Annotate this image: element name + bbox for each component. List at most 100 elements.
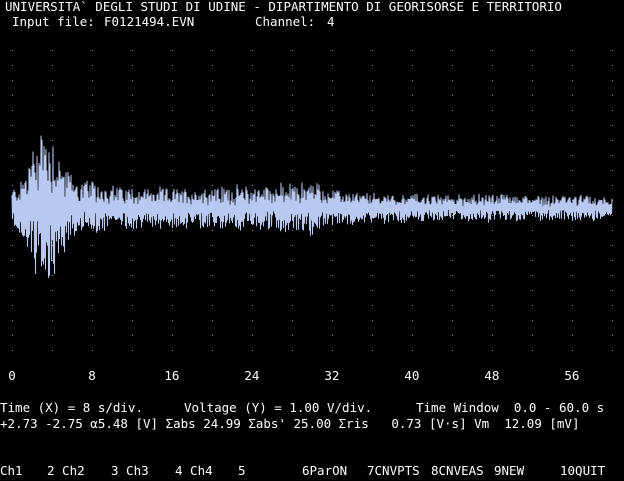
grid-dot [52, 95, 53, 96]
input-file-label: Input file: [12, 14, 95, 29]
grid-dot [252, 335, 253, 336]
grid-dot [172, 140, 173, 141]
grid-dot [572, 185, 573, 186]
grid-dot [532, 335, 533, 336]
grid-dot [412, 350, 413, 351]
grid-dot [52, 245, 53, 246]
grid-dot [612, 185, 613, 186]
grid-dot [252, 275, 253, 276]
grid-dot [212, 350, 213, 351]
grid-dot [52, 65, 53, 66]
grid-dot [572, 80, 573, 81]
grid-dot [492, 350, 493, 351]
grid-dot [412, 80, 413, 81]
x-tick-label: 16 [164, 368, 180, 383]
grid-dot [532, 245, 533, 246]
x-tick-label: 32 [324, 368, 340, 383]
grid-dot [12, 50, 13, 51]
grid-dot [132, 155, 133, 156]
grid-dot [12, 260, 13, 261]
function-key-8[interactable]: 8CNVEAS [431, 463, 484, 478]
grid-dot [572, 65, 573, 66]
grid-dot [132, 290, 133, 291]
grid-dot [172, 110, 173, 111]
grid-dot [92, 275, 93, 276]
grid-dot [372, 125, 373, 126]
grid-dot [132, 275, 133, 276]
grid-dot [12, 125, 13, 126]
grid-dot [172, 170, 173, 171]
grid-dot [132, 260, 133, 261]
grid-dot [52, 335, 53, 336]
grid-dot [92, 350, 93, 351]
grid-dot [12, 140, 13, 141]
grid-dot [92, 170, 93, 171]
grid-dot [332, 350, 333, 351]
grid-dot [252, 95, 253, 96]
grid-dot [92, 305, 93, 306]
grid-dot [92, 290, 93, 291]
function-key-2[interactable]: 2 Ch2 [47, 463, 85, 478]
grid-dot [332, 95, 333, 96]
grid-dot [492, 245, 493, 246]
grid-dot [132, 125, 133, 126]
grid-dot [532, 290, 533, 291]
grid-dot [172, 185, 173, 186]
grid-dot [212, 50, 213, 51]
grid-dot [292, 185, 293, 186]
grid-dot [372, 320, 373, 321]
grid-dot [212, 230, 213, 231]
grid-dot [332, 275, 333, 276]
grid-dot [252, 260, 253, 261]
grid-dot [532, 230, 533, 231]
grid-dot [212, 140, 213, 141]
grid-dot [52, 320, 53, 321]
grid-dot [372, 230, 373, 231]
grid-dot [452, 65, 453, 66]
function-key-4[interactable]: 4 Ch4 [175, 463, 213, 478]
grid-dot [52, 125, 53, 126]
grid-dot [252, 155, 253, 156]
grid-dot [12, 80, 13, 81]
grid-dot [292, 110, 293, 111]
function-key-5[interactable]: 5 [238, 463, 246, 478]
grid-dot [172, 320, 173, 321]
grid-dot [132, 50, 133, 51]
grid-dot [612, 50, 613, 51]
grid-dot [492, 95, 493, 96]
grid-dot [452, 260, 453, 261]
grid-dot [452, 350, 453, 351]
grid-dot [492, 335, 493, 336]
grid-dot [212, 80, 213, 81]
grid-dot [172, 245, 173, 246]
grid-dot [12, 320, 13, 321]
function-key-10[interactable]: 10QUIT [560, 463, 605, 478]
grid-dot [172, 95, 173, 96]
page-title: UNIVERSITA` DEGLI STUDI DI UDINE - DIPAR… [5, 0, 562, 14]
grid-dot [532, 215, 533, 216]
grid-dot [572, 290, 573, 291]
function-key-1[interactable]: Ch1 [0, 463, 23, 478]
grid-dot [212, 125, 213, 126]
grid-dot [292, 230, 293, 231]
grid-dot [372, 80, 373, 81]
grid-dot [412, 155, 413, 156]
grid-dot [172, 260, 173, 261]
grid-dot [492, 140, 493, 141]
grid-dot [492, 125, 493, 126]
grid-dot [452, 305, 453, 306]
grid-dot [612, 245, 613, 246]
function-key-7[interactable]: 7CNVPTS [367, 463, 420, 478]
function-key-9[interactable]: 9NEW [494, 463, 524, 478]
function-key-6[interactable]: 6ParON [302, 463, 347, 478]
grid-dot [132, 230, 133, 231]
grid-dot [612, 170, 613, 171]
grid-dot [372, 290, 373, 291]
grid-dot [292, 260, 293, 261]
function-key-3[interactable]: 3 Ch3 [111, 463, 149, 478]
grid-dot [412, 305, 413, 306]
grid-dot [172, 335, 173, 336]
grid-dot [172, 350, 173, 351]
grid-dot [612, 95, 613, 96]
x-tick-label: 24 [244, 368, 260, 383]
